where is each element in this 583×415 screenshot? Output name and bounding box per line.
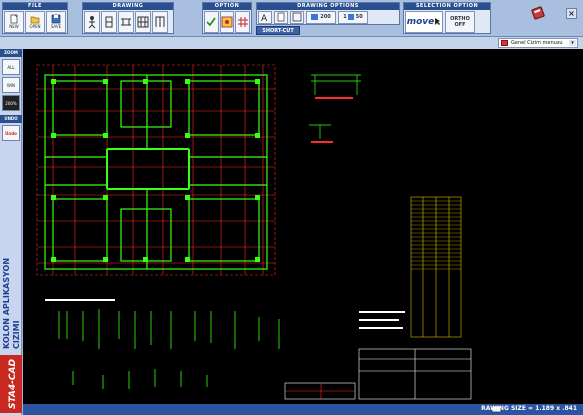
text-option-button[interactable]: A [258, 10, 272, 24]
option-group-title: OPTION [203, 3, 251, 10]
svg-text:A: A [261, 14, 268, 22]
print-option-button[interactable] [274, 10, 288, 24]
draw-beam-button[interactable] [118, 10, 134, 33]
save-file-button[interactable]: SAVE [46, 10, 66, 33]
draw-slab-button[interactable] [135, 10, 151, 33]
main-toolbar: FILE NEW OPEN SAVE DRAWING OPTION DRAWIN… [0, 0, 583, 37]
save-file-label: SAVE [50, 24, 62, 29]
caption-line-2: CIZIMI [12, 320, 21, 349]
zoom-window-button[interactable]: WIN [2, 77, 20, 93]
scale-1-label: 1 [343, 14, 347, 20]
beam-icon [121, 18, 131, 25]
caption-line-1: KOLON APLIKASYON [2, 258, 11, 349]
people-figure-icon [88, 15, 96, 28]
drawing-size-readout: RAWING SIZE = 1.189 x .841 [481, 405, 577, 412]
draw-column-button[interactable] [101, 10, 117, 33]
zoom-all-label: ALL [7, 64, 15, 70]
ortho-state: OFF [454, 21, 466, 28]
title-block [284, 348, 472, 400]
open-file-label: OPEN [29, 24, 41, 29]
axis-grid [36, 64, 276, 276]
option-grid-button[interactable] [235, 10, 251, 33]
file-group: FILE NEW OPEN SAVE [2, 2, 68, 34]
title-block-red [285, 383, 355, 399]
section-detail [309, 74, 361, 139]
scale-bar-icon [347, 14, 354, 20]
scale-200-button[interactable]: 200 [306, 10, 336, 24]
chevron-down-icon[interactable]: ▾ [569, 40, 576, 46]
column-schedule-table [410, 196, 462, 338]
text-a-icon: A [261, 14, 268, 22]
scale-icon [311, 14, 319, 20]
zoom-window-label: WIN [6, 82, 16, 88]
new-file-label: NEW [9, 24, 19, 29]
ortho-toggle-button[interactable]: ORTHO OFF [445, 10, 475, 33]
brand-label: STA4-CAD [8, 359, 18, 409]
option-check-button[interactable] [204, 10, 219, 33]
undo-button[interactable]: Undo [2, 125, 20, 141]
checkmark-icon [206, 17, 216, 26]
document-icon [277, 12, 285, 22]
draw-frame-button[interactable] [152, 10, 168, 33]
option-layers-button[interactable] [219, 10, 235, 33]
move-button[interactable]: move [405, 10, 443, 33]
column-icon [105, 16, 113, 27]
status-bar: RAWING SIZE = 1.189 x .841 [23, 404, 583, 415]
undo-title: UNDO [0, 115, 22, 123]
column-details [58, 309, 280, 389]
option-group: OPTION [202, 2, 252, 34]
zoom-title: ZOOM [0, 49, 22, 57]
frame-icon [155, 16, 165, 27]
scale-200-label: 200 [320, 14, 331, 20]
floor-plan-walls [44, 74, 268, 270]
new-file-icon [10, 14, 18, 24]
drawing-options-title: DRAWING OPTIONS [257, 3, 399, 10]
scale-50-label: 50 [355, 14, 363, 20]
selection-group-title: SELECTION OPTION [404, 3, 490, 10]
box-icon [292, 12, 302, 22]
zoom-200-label: 200% [5, 100, 17, 106]
drawing-group: DRAWING [82, 2, 174, 34]
save-disk-icon [51, 14, 61, 24]
new-file-button[interactable]: NEW [4, 10, 24, 33]
drawing-group-title: DRAWING [83, 3, 173, 10]
left-tool-panel: ZOOM ALL WIN 200% UNDO Undo STA4-CAD KOL… [0, 49, 22, 415]
grid-icon [237, 16, 248, 27]
menu-select-dropdown[interactable]: Genel Cizim menusu ▾ [498, 38, 578, 48]
columns [51, 79, 260, 262]
open-file-button[interactable]: OPEN [25, 10, 45, 33]
book-help-icon[interactable] [531, 6, 545, 20]
move-label: move [406, 16, 435, 27]
open-folder-icon [30, 16, 40, 24]
menu-select-value: Genel Cizim menusu [511, 40, 563, 46]
close-icon[interactable]: × [566, 8, 577, 19]
cad-drawing [36, 64, 472, 400]
drawing-options-group: DRAWING OPTIONS A 200 1 50 [256, 2, 400, 25]
move-cursor-icon [435, 18, 441, 25]
shortcut-button[interactable]: SHORT-CUT [256, 26, 300, 35]
section-detail-text [311, 97, 353, 143]
drawing-canvas[interactable] [23, 49, 583, 404]
zoom-200-button[interactable]: 200% [2, 95, 20, 111]
menu-row: Genel Cizim menusu ▾ [0, 37, 583, 49]
selection-group: SELECTION OPTION move ORTHO OFF [403, 2, 491, 34]
menu-color-icon [501, 40, 508, 46]
scale-1-50-button[interactable]: 1 50 [338, 10, 368, 24]
draw-people-button[interactable] [84, 10, 100, 33]
layers-icon [221, 16, 233, 27]
zoom-all-button[interactable]: ALL [2, 59, 20, 75]
undo-label: Undo [5, 130, 17, 136]
file-group-title: FILE [3, 3, 67, 10]
box-option-button[interactable] [290, 10, 304, 24]
sta4cad-logo: STA4-CAD KOLON APLIKASYON CIZIMI [0, 258, 22, 413]
slab-grid-icon [137, 16, 149, 27]
